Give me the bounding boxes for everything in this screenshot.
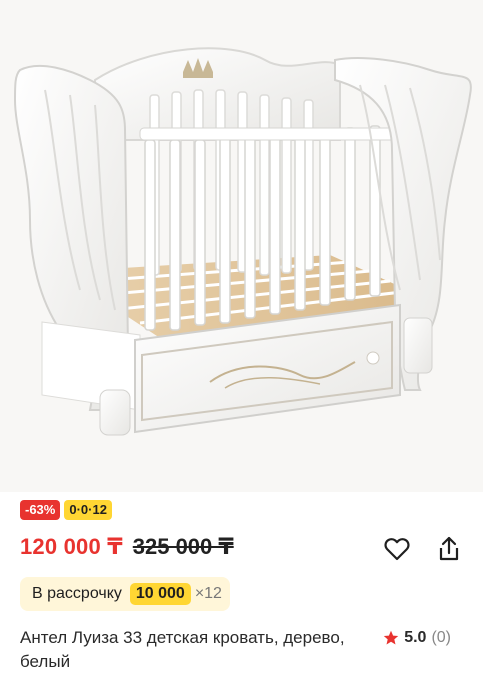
installment-amount: 10 000	[129, 583, 191, 605]
star-icon	[383, 630, 399, 645]
rating-count: (0)	[431, 629, 451, 646]
product-title[interactable]: Антел Луиза 33 детская кровать, дерево, …	[20, 626, 360, 674]
installment-months: ×12	[194, 585, 222, 602]
product-image[interactable]	[0, 0, 483, 492]
installment-label: В рассрочку	[32, 585, 122, 602]
old-price: 325 000 ₸	[132, 534, 234, 559]
favorite-button[interactable]	[383, 535, 411, 563]
product-actions	[383, 535, 463, 563]
price-row: 120 000 ₸ 325 000 ₸	[20, 534, 234, 560]
installment-badge: 0·0·12	[64, 500, 112, 520]
discount-badge: -63%	[20, 500, 61, 520]
crib-illustration	[0, 0, 483, 492]
product-rating[interactable]: 5.0 (0)	[383, 626, 451, 650]
rating-value: 5.0	[404, 629, 427, 646]
installment-offer[interactable]: В рассрочку 10 000 ×12	[20, 577, 230, 611]
share-icon	[439, 536, 459, 561]
current-price: 120 000 ₸	[20, 534, 123, 559]
badge-row: -63% 0·0·12	[20, 500, 112, 520]
heart-icon	[384, 538, 410, 561]
share-button[interactable]	[435, 535, 463, 563]
